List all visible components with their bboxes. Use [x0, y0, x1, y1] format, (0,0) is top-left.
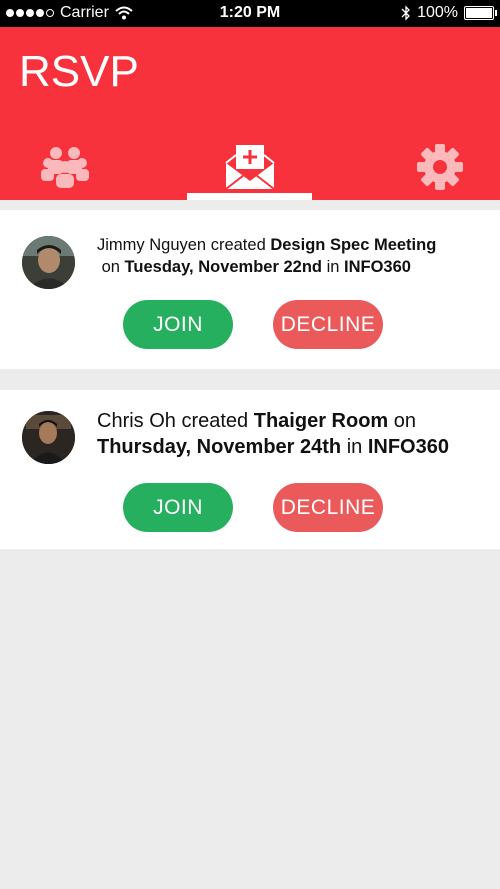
- message-text: created: [175, 410, 254, 432]
- invitation-card: Chris Oh created Thaiger Room on Thursda…: [0, 390, 500, 549]
- join-button[interactable]: JOIN: [123, 483, 233, 532]
- invitation-message: Jimmy Nguyen created Design Spec Meeting…: [97, 234, 487, 278]
- event-name: Thaiger Room: [253, 410, 389, 432]
- message-text: on: [388, 410, 422, 432]
- app-header: RSVP: [0, 27, 500, 200]
- message-text: in: [341, 436, 368, 458]
- avatar: [22, 411, 75, 464]
- bluetooth-icon: [401, 5, 410, 21]
- envelope-plus-icon: [224, 145, 275, 190]
- event-location: INFO360: [344, 258, 411, 276]
- creator-name: Jimmy Nguyen: [97, 236, 207, 254]
- invitation-card: Jimmy Nguyen created Design Spec Meeting…: [0, 210, 500, 369]
- event-location: INFO360: [367, 436, 449, 458]
- tab-settings[interactable]: [405, 137, 475, 197]
- join-button[interactable]: JOIN: [123, 300, 233, 349]
- event-date: Thursday, November 24th: [97, 436, 342, 458]
- avatar: [22, 236, 75, 289]
- decline-button[interactable]: DECLINE: [273, 483, 383, 532]
- decline-button[interactable]: DECLINE: [273, 300, 383, 349]
- event-name: Design Spec Meeting: [270, 236, 437, 254]
- message-text: on: [97, 258, 125, 276]
- invitation-message: Chris Oh created Thaiger Room on Thursda…: [97, 408, 487, 460]
- gear-icon: [417, 144, 463, 190]
- creator-name: Chris Oh: [97, 410, 176, 432]
- selected-tab-indicator: [187, 193, 312, 200]
- status-bar: Carrier 1:20 PM 100%: [0, 0, 500, 27]
- app-title: RSVP: [19, 47, 139, 96]
- people-icon: [41, 147, 89, 188]
- battery-icon: [464, 6, 497, 20]
- battery-info: 100%: [401, 4, 497, 22]
- tab-invitations[interactable]: [187, 137, 312, 197]
- battery-percent: 100%: [417, 4, 458, 21]
- message-text: in: [321, 258, 344, 276]
- message-text: created: [206, 236, 271, 254]
- event-date: Tuesday, November 22nd: [124, 258, 322, 276]
- tab-people[interactable]: [30, 137, 100, 197]
